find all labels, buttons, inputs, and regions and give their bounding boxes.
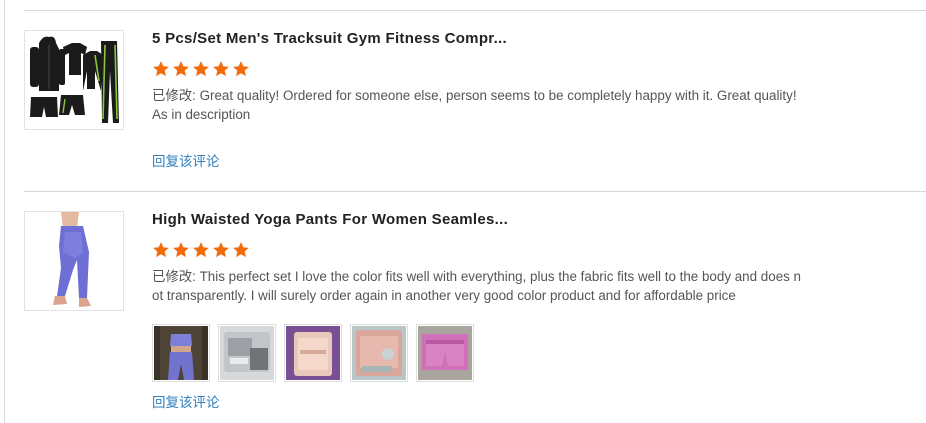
photo-pink-shorts-icon (418, 326, 472, 380)
star-icon (193, 242, 209, 258)
star-rating (152, 60, 250, 78)
star-icon (173, 61, 189, 77)
star-icon (233, 61, 249, 77)
divider-top (24, 10, 926, 11)
review-photo[interactable] (218, 324, 276, 382)
product-thumbnail[interactable] (24, 30, 124, 130)
review-card: 5 Pcs/Set Men's Tracksuit Gym Fitness Co… (24, 30, 924, 180)
star-rating (152, 241, 250, 259)
star-icon (193, 61, 209, 77)
star-icon (213, 61, 229, 77)
photo-package-purple-icon (286, 326, 340, 380)
star-icon (153, 242, 169, 258)
review-photo[interactable] (350, 324, 408, 382)
review-text: 已修改: Great quality! Ordered for someone … (152, 88, 797, 122)
review-photo[interactable] (284, 324, 342, 382)
reply-link[interactable]: 回复该评论 (152, 391, 220, 411)
review-card: High Waisted Yoga Pants For Women Seamle… (24, 211, 924, 416)
star-icon (213, 242, 229, 258)
star-icon (173, 242, 189, 258)
left-border (4, 0, 5, 423)
reply-link[interactable]: 回复该评论 (152, 150, 220, 170)
photo-package-pink-icon (352, 326, 406, 380)
photo-set-worn-icon (154, 326, 208, 380)
star-icon (233, 242, 249, 258)
star-icon (153, 61, 169, 77)
tracksuit-set-icon (25, 31, 123, 129)
product-title[interactable]: High Waisted Yoga Pants For Women Seamle… (152, 211, 508, 228)
photo-package-grey-icon (220, 326, 274, 380)
divider-middle (24, 191, 926, 192)
review-photo[interactable] (416, 324, 474, 382)
review-text: 已修改: This perfect set I love the color f… (152, 269, 802, 303)
product-title[interactable]: 5 Pcs/Set Men's Tracksuit Gym Fitness Co… (152, 30, 507, 47)
review-photo[interactable] (152, 324, 210, 382)
yoga-pants-icon (25, 212, 123, 310)
product-thumbnail[interactable] (24, 211, 124, 311)
